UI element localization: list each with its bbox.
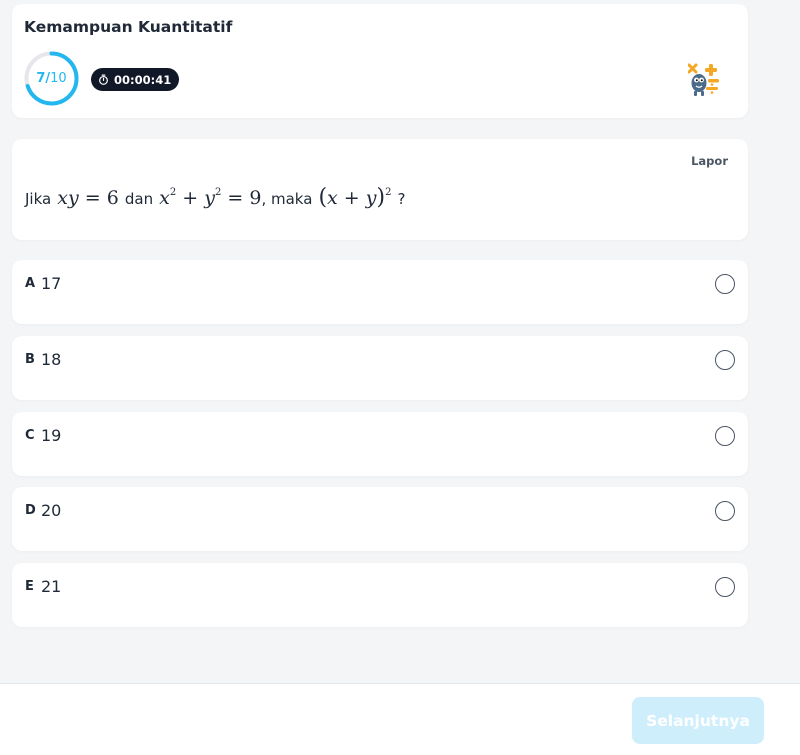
progress-current: 7: [36, 71, 46, 86]
option-letter: A: [25, 276, 36, 291]
option-c[interactable]: C 19: [12, 412, 748, 476]
option-text: 17: [41, 274, 62, 293]
timer-text: 00:00:41: [114, 72, 172, 87]
radio-button[interactable]: [715, 577, 735, 597]
question-text: Jika xy = 6 dan x2 + y2 = 9 , maka (x + …: [25, 185, 405, 210]
option-e[interactable]: E 21: [12, 563, 748, 627]
question-prefix: Jika: [25, 190, 52, 208]
progress-ring: 7/10: [24, 51, 79, 106]
timer-badge: 00:00:41: [91, 68, 180, 91]
question-suffix: ?: [397, 190, 406, 208]
option-letter: C: [25, 428, 35, 443]
option-text: 19: [41, 426, 62, 445]
question-expr-1: xy = 6: [57, 187, 125, 209]
progress-label: 7/10: [24, 51, 79, 106]
report-link[interactable]: Lapor: [691, 154, 728, 168]
question-conn-1: dan: [124, 190, 154, 208]
radio-button[interactable]: [715, 501, 735, 521]
option-letter: D: [25, 503, 36, 518]
option-text: 18: [41, 350, 62, 369]
radio-button[interactable]: [715, 274, 735, 294]
option-text: 20: [41, 501, 62, 520]
option-text: 21: [41, 577, 62, 596]
question-conn-2: maka: [270, 190, 313, 208]
footer-bar: Selanjutnya: [0, 683, 800, 755]
next-button[interactable]: Selanjutnya: [632, 697, 764, 744]
math-mascot-icon: [687, 62, 722, 98]
page-title: Kemampuan Kuantitatif: [24, 18, 233, 36]
option-a[interactable]: A 17: [12, 260, 748, 324]
radio-button[interactable]: [715, 350, 735, 370]
option-letter: E: [25, 579, 34, 594]
radio-button[interactable]: [715, 426, 735, 446]
option-b[interactable]: B 18: [12, 336, 748, 400]
question-expr-3: (x + y)2: [318, 185, 392, 210]
header-card: Kemampuan Kuantitatif 7/10 00:00:41: [12, 4, 748, 118]
question-card: Lapor Jika xy = 6 dan x2 + y2 = 9 , maka…: [12, 139, 748, 240]
option-d[interactable]: D 20: [12, 487, 748, 551]
option-letter: B: [25, 352, 35, 367]
question-expr-2: x2 + y2 = 9: [159, 187, 262, 209]
progress-total: 10: [50, 71, 67, 86]
stopwatch-icon: [99, 74, 108, 85]
question-comma: ,: [261, 190, 271, 208]
